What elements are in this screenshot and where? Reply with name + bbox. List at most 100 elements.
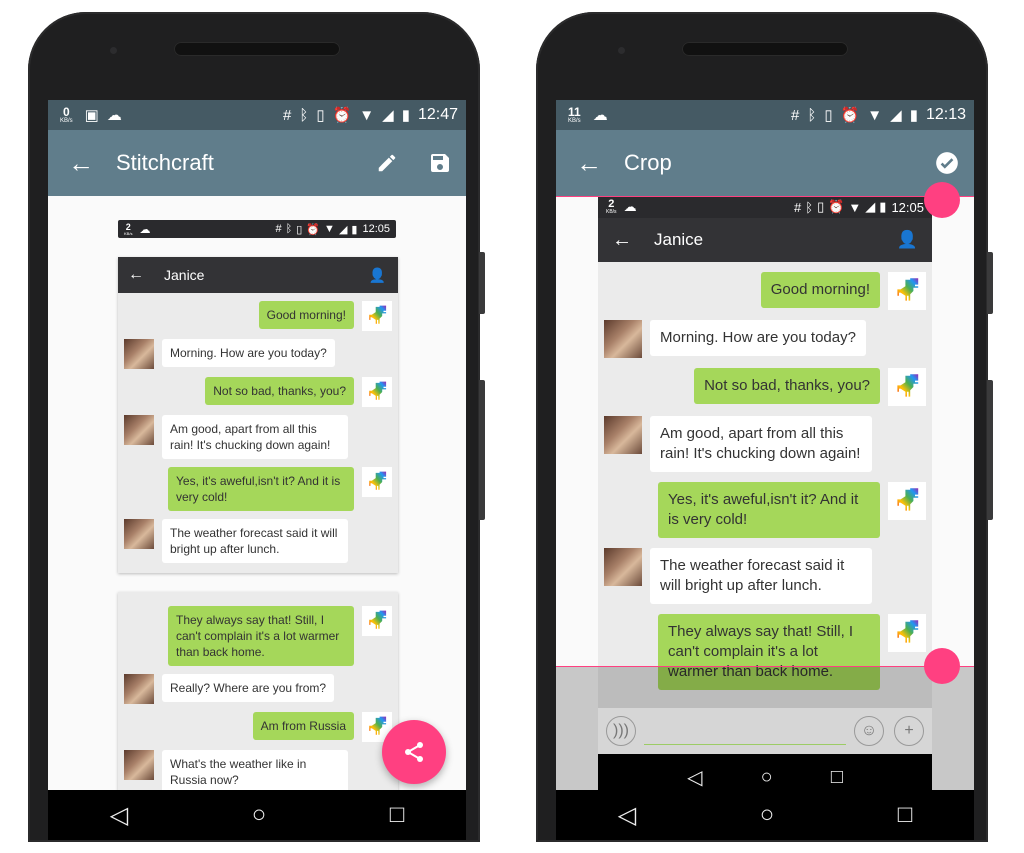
front-camera: [110, 47, 117, 54]
chat-header: ← Janice 👤: [118, 257, 398, 293]
volume-rocker: [479, 380, 485, 520]
wifi-icon: ▼: [848, 199, 862, 215]
crop-top-handle[interactable]: [924, 182, 960, 218]
left-phone: 0 KB/s ▣ ☁ # ᛒ ▯ ⏰ ▼ ◢ ▮ 12:47 ← Stitchc…: [28, 12, 485, 842]
outgoing-message: Yes, it's aweful,isn't it? And it is ver…: [598, 482, 932, 538]
signal-icon: ◢: [865, 199, 876, 214]
outgoing-message: Good morning!: [118, 301, 398, 331]
alarm-icon: ⏰: [306, 223, 321, 236]
crop-bottom-handle[interactable]: [924, 648, 960, 684]
captured-status-bar: 2 KB/s ☁ # ᛒ ▯ ⏰ ▼ ◢ ▮ 12:05: [118, 220, 396, 238]
arrow-left-icon: ←: [612, 228, 632, 251]
vibrate-icon: ▯: [817, 199, 825, 214]
home-circle-icon[interactable]: ○: [252, 801, 267, 829]
message-bubble: Good morning!: [258, 301, 354, 329]
home-circle-icon[interactable]: ○: [760, 801, 775, 829]
message-bubble: Not so bad, thanks, you?: [205, 377, 354, 405]
left-screen: 0 KB/s ▣ ☁ # ᛒ ▯ ⏰ ▼ ◢ ▮ 12:47 ← Stitchc…: [48, 100, 466, 840]
contact-avatar: [124, 674, 154, 704]
message-bubble: Morning. How are you today?: [650, 320, 866, 356]
emoji-icon[interactable]: ☺: [854, 716, 884, 746]
signal-icon: ◢: [890, 107, 902, 124]
alarm-icon: ⏰: [840, 107, 860, 124]
message-bubble: Am good, apart from all this rain! It's …: [650, 416, 872, 472]
alarm-icon: ⏰: [828, 199, 845, 214]
screenshot-card-1[interactable]: ← Janice 👤 Good morning! Morning. How are…: [118, 257, 398, 573]
dino-avatar: [888, 482, 926, 520]
cloud-icon: ☁: [592, 107, 608, 124]
message-bubble: The weather forecast said it will bright…: [162, 519, 348, 563]
check-circle-icon[interactable]: [934, 150, 960, 176]
power-button: [479, 252, 485, 314]
back-triangle-icon: ◁: [687, 766, 703, 789]
back-triangle-icon[interactable]: ◁: [618, 801, 636, 830]
power-button: [987, 252, 993, 314]
right-phone: 11 KB/s ☁ # ᛒ ▯ ⏰ ▼ ◢ ▮ 12:13 ← Crop 2 KB…: [536, 12, 993, 842]
contact-avatar: [124, 415, 154, 445]
outgoing-message: Not so bad, thanks, you?: [118, 377, 398, 407]
bluetooth-icon: ᛒ: [285, 223, 293, 235]
signal-icon: ◢: [382, 107, 394, 124]
contact-avatar: [604, 320, 642, 358]
incoming-message: Am good, apart from all this rain! It's …: [598, 416, 932, 472]
clock: 12:13: [925, 106, 966, 123]
back-triangle-icon[interactable]: ◁: [110, 801, 128, 830]
cloud-icon: ☁: [623, 199, 637, 214]
incoming-message: The weather forecast said it will bright…: [598, 548, 932, 604]
voice-icon[interactable]: ))): [606, 716, 636, 746]
battery-full-icon: ▮: [909, 107, 918, 124]
message-bubble: Yes, it's aweful,isn't it? And it is ver…: [168, 467, 354, 511]
person-icon: 👤: [368, 266, 386, 283]
clock: 12:47: [417, 106, 458, 123]
arrow-left-icon[interactable]: ←: [68, 148, 116, 179]
incoming-message: Really? Where are you from?: [118, 674, 398, 704]
dino-avatar: [362, 301, 392, 331]
message-bubble: What's the weather like in Russia now?: [162, 750, 348, 794]
outgoing-message: Yes, it's aweful,isn't it? And it is ver…: [118, 467, 398, 511]
pencil-icon[interactable]: [376, 152, 398, 174]
outgoing-message: They always say that! Still, I can't com…: [118, 606, 398, 666]
wifi-icon: ▼: [867, 106, 883, 124]
dino-avatar: [362, 467, 392, 497]
message-list: Good morning! Morning. How are you today?…: [118, 301, 398, 563]
bluetooth-icon: ᛒ: [299, 106, 309, 124]
dino-avatar: [362, 377, 392, 407]
message-input[interactable]: [644, 717, 846, 745]
contact-avatar: [124, 519, 154, 549]
bluetooth-icon: ᛒ: [805, 199, 814, 215]
status-bar: 11 KB/s ☁ # ᛒ ▯ ⏰ ▼ ◢ ▮ 12:13: [556, 100, 974, 130]
message-list: They always say that! Still, I can't com…: [118, 606, 398, 794]
cloud-icon: ☁: [139, 223, 151, 236]
hash-icon: #: [790, 106, 800, 124]
message-bubble: Am good, apart from all this rain! It's …: [162, 415, 348, 459]
android-icon: ▣: [84, 107, 99, 124]
battery-charging-icon: ▮: [401, 107, 410, 124]
network-speed: 11 KB/s: [568, 105, 581, 124]
recents-square-icon[interactable]: □: [390, 801, 405, 829]
earpiece-speaker: [682, 42, 848, 56]
vibrate-icon: ▯: [296, 223, 303, 236]
page-title: Crop: [624, 150, 672, 175]
plus-icon[interactable]: +: [894, 716, 924, 746]
recents-square-icon[interactable]: □: [898, 801, 913, 829]
hash-icon: #: [275, 223, 282, 235]
volume-rocker: [987, 380, 993, 520]
person-icon: 👤: [896, 230, 918, 249]
status-bar: 0 KB/s ▣ ☁ # ᛒ ▯ ⏰ ▼ ◢ ▮ 12:47: [48, 100, 466, 130]
front-camera: [618, 47, 625, 54]
incoming-message: The weather forecast said it will bright…: [118, 519, 398, 563]
dino-avatar: [888, 614, 926, 652]
message-bubble: Yes, it's aweful,isn't it? And it is ver…: [658, 482, 880, 538]
contact-avatar: [124, 339, 154, 369]
share-button[interactable]: [382, 720, 446, 784]
incoming-message: Am good, apart from all this rain! It's …: [118, 415, 398, 459]
outgoing-message: Am from Russia: [118, 712, 398, 742]
arrow-left-icon[interactable]: ←: [576, 148, 624, 179]
save-icon[interactable]: [428, 151, 452, 175]
incoming-message: Morning. How are you today?: [598, 320, 932, 358]
incoming-message: What's the weather like in Russia now?: [118, 750, 398, 794]
recents-square-icon: □: [830, 765, 843, 788]
system-nav-bar: ◁ ○ □: [48, 790, 466, 840]
message-composer: ))) ☺ +: [598, 708, 932, 754]
contact-avatar: [124, 750, 154, 780]
